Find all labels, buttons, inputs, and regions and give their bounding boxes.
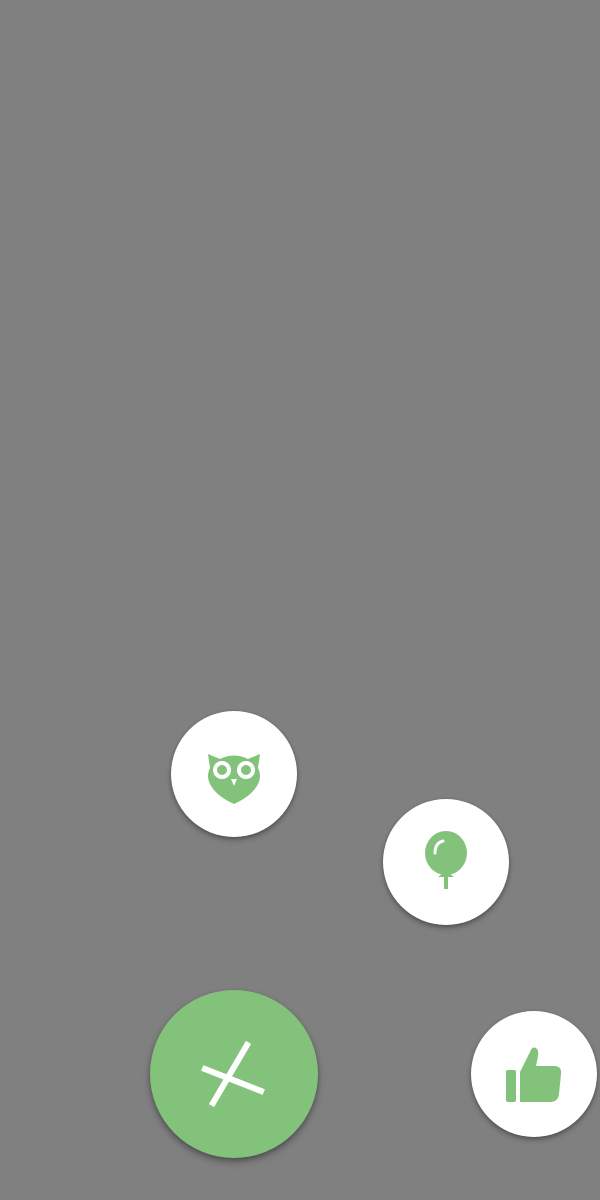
balloon-icon <box>421 831 471 893</box>
fab-item-owl[interactable] <box>171 711 297 837</box>
thumbs-up-icon <box>504 1044 564 1104</box>
fab-item-balloon[interactable] <box>383 799 509 925</box>
close-icon <box>199 1039 269 1109</box>
fab-main-button[interactable] <box>150 990 318 1158</box>
owl-icon <box>204 744 264 804</box>
fab-item-thumbs-up[interactable] <box>471 1011 597 1137</box>
screen-backdrop[interactable] <box>0 0 600 1200</box>
